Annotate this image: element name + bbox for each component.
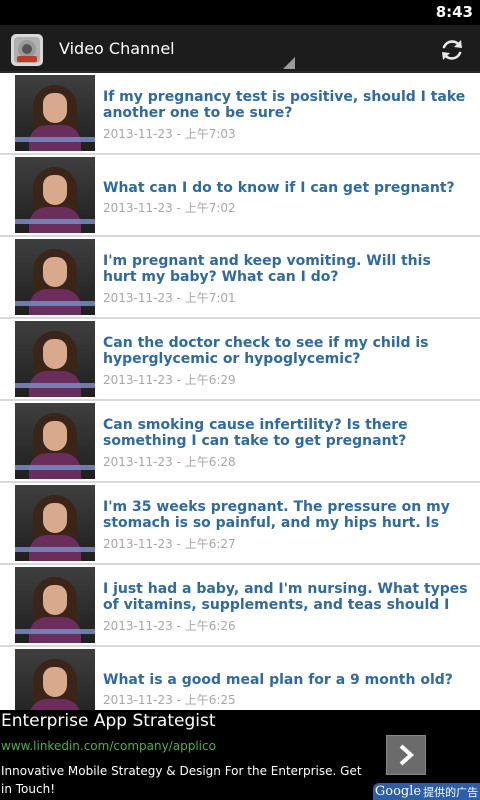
thumbnail-caption-bar bbox=[15, 137, 95, 142]
thumbnail-caption-bar bbox=[15, 301, 95, 306]
video-date: 2013-11-23 - 上午6:29 bbox=[103, 373, 236, 387]
status-bar: 8:43 bbox=[0, 0, 480, 25]
thumbnail-face bbox=[43, 503, 67, 533]
spinner-indicator-icon bbox=[283, 57, 295, 69]
video-title[interactable]: What can I do to know if I can get pregn… bbox=[103, 180, 468, 196]
video-title[interactable]: Can smoking cause infertility? Is there … bbox=[103, 417, 468, 449]
video-thumbnail[interactable] bbox=[15, 567, 95, 643]
video-list-item[interactable]: Can smoking cause infertility? Is there … bbox=[0, 401, 480, 483]
video-title[interactable]: I just had a baby, and I'm nursing. What… bbox=[103, 581, 468, 614]
app-logo-icon[interactable] bbox=[11, 34, 43, 66]
video-list[interactable]: If my pregnancy test is positive, should… bbox=[0, 73, 480, 710]
chevron-right-icon bbox=[399, 744, 414, 766]
video-thumbnail[interactable] bbox=[15, 403, 95, 479]
refresh-button[interactable] bbox=[434, 33, 470, 67]
video-title[interactable]: I'm pregnant and keep vomiting. Will thi… bbox=[103, 253, 468, 285]
google-brand: Google bbox=[374, 784, 422, 799]
video-date: 2013-11-23 - 上午7:01 bbox=[103, 291, 236, 305]
video-list-item[interactable]: I just had a baby, and I'm nursing. What… bbox=[0, 565, 480, 647]
app-title[interactable]: Video Channel bbox=[59, 39, 175, 58]
video-title[interactable]: Can the doctor check to see if my child … bbox=[103, 335, 468, 367]
video-date: 2013-11-23 - 上午7:03 bbox=[103, 127, 236, 141]
video-thumbnail[interactable] bbox=[15, 239, 95, 315]
video-thumbnail[interactable] bbox=[15, 321, 95, 397]
video-title[interactable]: What is a good meal plan for a 9 month o… bbox=[103, 672, 468, 688]
video-date: 2013-11-23 - 上午7:02 bbox=[103, 201, 236, 215]
video-thumbnail[interactable] bbox=[15, 485, 95, 561]
video-list-item[interactable]: Can the doctor check to see if my child … bbox=[0, 319, 480, 401]
video-thumbnail[interactable] bbox=[15, 75, 95, 151]
video-date: 2013-11-23 - 上午6:27 bbox=[103, 537, 236, 551]
video-date: 2013-11-23 - 上午6:28 bbox=[103, 455, 236, 469]
status-time: 8:43 bbox=[435, 3, 473, 21]
action-bar: Video Channel bbox=[0, 25, 480, 73]
video-list-item[interactable]: What is a good meal plan for a 9 month o… bbox=[0, 647, 480, 710]
thumbnail-caption-bar bbox=[15, 547, 95, 552]
video-list-item[interactable]: I'm pregnant and keep vomiting. Will thi… bbox=[0, 237, 480, 319]
thumbnail-face bbox=[43, 585, 67, 615]
video-title[interactable]: If my pregnancy test is positive, should… bbox=[103, 89, 468, 121]
video-title[interactable]: I'm 35 weeks pregnant. The pressure on m… bbox=[103, 499, 468, 532]
video-list-item[interactable]: What can I do to know if I can get pregn… bbox=[0, 155, 480, 237]
video-thumbnail[interactable] bbox=[15, 649, 95, 710]
thumbnail-face bbox=[43, 667, 67, 697]
thumbnail-caption-bar bbox=[15, 629, 95, 634]
video-list-item[interactable]: I'm 35 weeks pregnant. The pressure on m… bbox=[0, 483, 480, 565]
refresh-icon bbox=[442, 40, 462, 60]
video-thumbnail[interactable] bbox=[15, 157, 95, 233]
ad-description: Innovative Mobile Strategy & Design For … bbox=[1, 764, 362, 796]
ad-banner[interactable]: Enterprise App Strategist www.linkedin.c… bbox=[0, 710, 480, 800]
ad-title[interactable]: Enterprise App Strategist bbox=[1, 711, 216, 731]
thumbnail-caption-bar bbox=[15, 383, 95, 388]
video-date: 2013-11-23 - 上午6:25 bbox=[103, 693, 236, 707]
ad-url[interactable]: www.linkedin.com/company/applico bbox=[1, 739, 216, 753]
video-date: 2013-11-23 - 上午6:26 bbox=[103, 619, 236, 633]
ad-open-button[interactable] bbox=[386, 735, 426, 775]
thumbnail-face bbox=[43, 175, 67, 205]
thumbnail-caption-bar bbox=[15, 465, 95, 470]
video-list-item[interactable]: If my pregnancy test is positive, should… bbox=[0, 73, 480, 155]
ad-attribution-text: 提供的广告 bbox=[423, 785, 479, 799]
thumbnail-face bbox=[43, 339, 67, 369]
thumbnail-face bbox=[43, 93, 67, 123]
thumbnail-face bbox=[43, 421, 67, 451]
ad-attribution[interactable]: Google 提供的广告 bbox=[373, 783, 480, 800]
thumbnail-face bbox=[43, 257, 67, 287]
thumbnail-caption-bar bbox=[15, 219, 95, 224]
